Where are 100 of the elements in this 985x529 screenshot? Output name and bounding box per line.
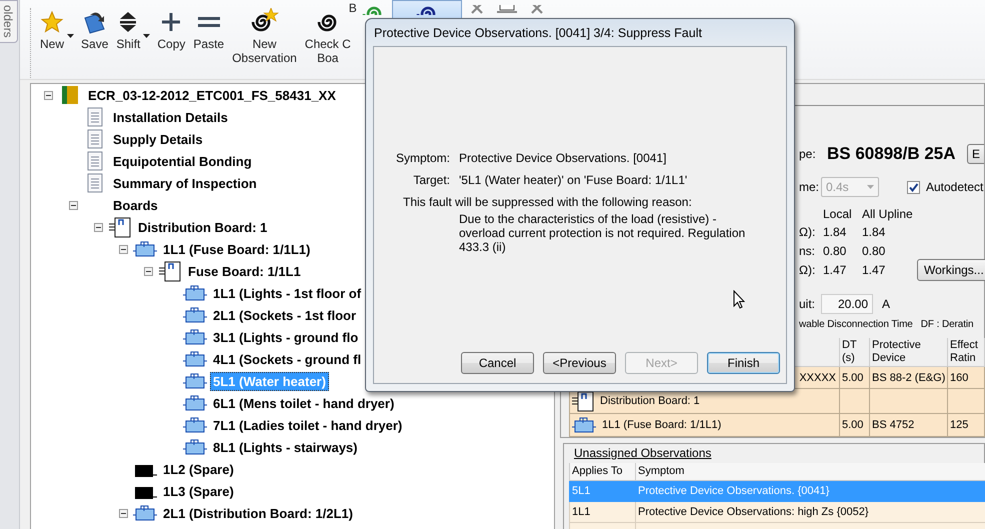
breaker-icon [572, 415, 596, 435]
field-label: Ω): [799, 262, 816, 276]
cross-icon [468, 5, 485, 15]
table-cell: 5.00 [840, 366, 870, 388]
collapse-icon[interactable] [68, 200, 78, 210]
collapse-icon[interactable] [118, 508, 128, 518]
flag-icon [62, 85, 78, 105]
board-icon [572, 390, 594, 412]
table-cell[interactable]: 1L1 [570, 502, 636, 522]
table-cell: 125 [948, 414, 984, 436]
tree-item[interactable]: Summary of Inspection [110, 174, 260, 192]
tree-item[interactable]: Supply Details [110, 130, 206, 148]
breaker-icon [183, 327, 207, 347]
unit-label: A [882, 297, 890, 311]
tree-item[interactable]: 1L3 (Spare) [160, 482, 237, 500]
frame-icon [496, 5, 518, 15]
breaker-icon [183, 349, 207, 369]
toolbar-button[interactable]: Save [78, 2, 112, 54]
toolbar-button[interactable]: Paste [190, 2, 228, 54]
tree-item[interactable]: 8L1 (Lights - stairways) [210, 438, 360, 456]
toolbar-button[interactable]: B Check C Boa [302, 2, 354, 68]
table-cell: Distribution Board: 1 [600, 395, 700, 407]
tree-item[interactable]: 6L1 (Mens toilet - hand dryer) [210, 394, 398, 412]
collapse-icon[interactable] [118, 244, 128, 254]
reason-text: Due to the characteristics of the load (resistive) - overload current protection is not required. Regulation 433.3 (ii) [459, 212, 746, 254]
device-type-value: BS 60898/B 25A [827, 144, 956, 164]
workings-button[interactable]: Workings... [917, 258, 985, 280]
side-tab[interactable]: olders [0, 0, 18, 43]
column-header: Protective Device [870, 338, 948, 366]
toolbar-button[interactable]: Shift [113, 2, 152, 54]
reading-value: 0.80 [862, 244, 886, 258]
cross-icon [528, 5, 545, 15]
caret-icon [143, 34, 150, 38]
autodetect-label: Autodetect [926, 180, 984, 194]
breaker-icon [183, 415, 207, 435]
document-icon [87, 107, 103, 127]
tree-item[interactable]: 7L1 (Ladies toilet - hand dryer) [210, 416, 406, 434]
table-cell: 1L1 (Fuse Board: 1/1L1) [602, 419, 722, 431]
dialog-button[interactable]: Finish [707, 352, 780, 374]
toolbar-button[interactable] [392, 0, 462, 18]
tree-item[interactable]: ECR_03-12-2012_ETC001_FS_58431_XX [85, 86, 339, 104]
field-label: Symptom: [394, 151, 450, 165]
cursor-icon [733, 290, 745, 309]
dialog-button[interactable]: <Previous [543, 352, 616, 374]
check-icon [908, 182, 919, 192]
document-icon [87, 151, 103, 171]
document-icon [87, 129, 103, 149]
tree-item[interactable]: Installation Details [110, 108, 231, 126]
reading-value: 1.47 [862, 262, 886, 276]
tree-item[interactable]: 1L1 (Lights - 1st floor of [210, 284, 364, 302]
column-header: Effect Ratin [948, 338, 984, 366]
table-cell: 160 [948, 366, 984, 388]
field-label: pe: [799, 147, 817, 161]
dialog-button[interactable]: Cancel [461, 352, 534, 374]
toolbar-button[interactable]: Copy [154, 2, 188, 54]
toolbar-button[interactable]: New [37, 2, 76, 54]
tree-item[interactable]: 4L1 (Sockets - ground fl [210, 350, 364, 368]
message-text: This fault will be suppressed with the following reason: [403, 195, 693, 209]
field-value: Protective Device Observations. [0041] [459, 151, 668, 165]
tree-item[interactable]: 2L1 (Sockets - 1st floor [210, 306, 360, 324]
tree-item[interactable]: 1L2 (Spare) [160, 460, 237, 478]
breaker-icon [133, 503, 157, 523]
edit-button[interactable]: E [966, 144, 984, 164]
field-value: '5L1 (Water heater)' on 'Fuse Board: 1/1L1' [459, 173, 688, 187]
collapse-icon[interactable] [144, 266, 152, 276]
column-header: Applies To [570, 463, 636, 480]
breaker-icon [183, 437, 207, 457]
tree-item[interactable]: Boards [110, 196, 161, 214]
tree-item[interactable]: 2L1 (Distribution Board: 1/2L1) [160, 504, 356, 522]
breaker-icon [183, 393, 207, 413]
legend-text: DF : Deratin [920, 319, 974, 330]
table-cell[interactable]: Protective Device Observations: high Zs {0052} [636, 502, 985, 522]
field-label: uit: [799, 297, 816, 311]
tree-item[interactable]: Equipotential Bonding [110, 152, 255, 170]
current-field[interactable]: 20.00 [821, 294, 873, 314]
breaker-icon [183, 371, 207, 391]
board-icon [159, 260, 181, 282]
toolbar-button[interactable]: New Observation [229, 2, 300, 68]
star-icon [40, 10, 64, 34]
tree-item[interactable]: 3L1 (Lights - ground flo [210, 328, 362, 346]
breaker-icon [183, 283, 207, 303]
dialog-title: Protective Device Observations. [0041] 3/4: Suppress Fault [373, 25, 703, 42]
breaker-icon [183, 305, 207, 325]
field-label: Ω): [799, 224, 816, 238]
document-icon [87, 173, 103, 193]
field-label: ns: [799, 244, 816, 258]
autodetect-checkbox[interactable] [907, 180, 920, 194]
caret-icon [67, 34, 74, 38]
tree-item[interactable]: Distribution Board: 1 [135, 218, 270, 236]
table-cell: BS 88-2 (E&G) [870, 366, 948, 388]
collapse-icon[interactable] [94, 222, 102, 232]
field-label: Target: [412, 173, 450, 187]
table-cell: 5.00 [840, 414, 870, 436]
tree-item[interactable]: 1L1 (Fuse Board: 1/1L1) [160, 240, 314, 258]
legend-text: wable Disconnection Time [799, 319, 913, 330]
collapse-icon[interactable] [44, 90, 52, 100]
table-cell: BS 4752 [870, 414, 948, 436]
breaker-icon [133, 239, 157, 259]
tree-item[interactable]: Fuse Board: 1/1L1 [185, 262, 304, 280]
column-header: DT (s) [840, 338, 870, 366]
